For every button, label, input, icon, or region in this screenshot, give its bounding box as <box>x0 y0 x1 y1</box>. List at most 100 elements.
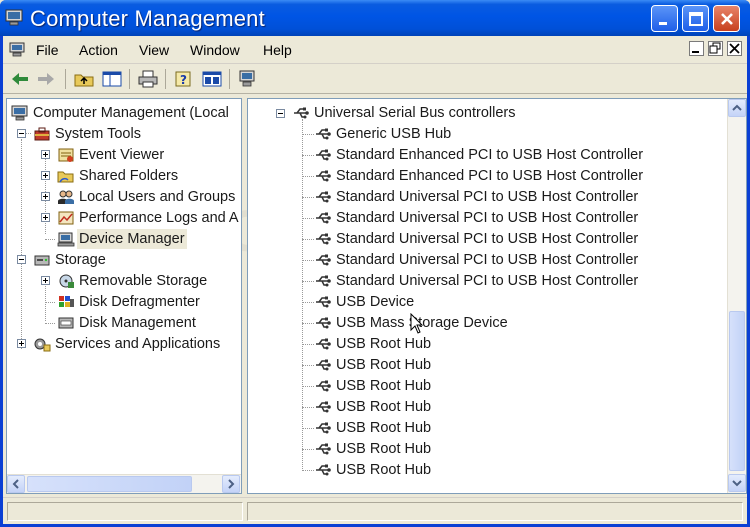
tree-label: Removable Storage <box>79 273 208 289</box>
up-folder-icon[interactable] <box>73 69 95 89</box>
scroll-left-button[interactable] <box>7 475 25 493</box>
device-item-label: Standard Universal PCI to USB Host Contr… <box>336 189 639 205</box>
device-item-label: USB Root Hub <box>336 441 432 457</box>
expand-toggle[interactable] <box>41 213 50 222</box>
expand-toggle[interactable] <box>41 171 50 180</box>
tree-label: Device Manager <box>77 229 187 249</box>
scroll-down-button[interactable] <box>728 474 746 492</box>
menu-window[interactable]: Window <box>190 42 240 58</box>
close-icon <box>721 13 733 25</box>
device-item-label: USB Root Hub <box>336 420 432 436</box>
menu-bar: File Action View Window Help <box>3 36 747 64</box>
device-item-label: Standard Enhanced PCI to USB Host Contro… <box>336 147 644 163</box>
usb-icon <box>316 359 331 371</box>
horizontal-scrollbar[interactable] <box>7 474 241 493</box>
child-minimize-button[interactable] <box>689 41 704 56</box>
scroll-up-button[interactable] <box>728 99 746 117</box>
help-icon[interactable]: ? <box>173 69 195 89</box>
restore-icon <box>709 42 721 54</box>
disk-management-icon <box>58 317 74 329</box>
vertical-scroll-thumb[interactable] <box>729 311 745 471</box>
usb-icon <box>316 401 331 413</box>
computer-icon <box>11 105 28 121</box>
system-menu-icon[interactable] <box>9 42 25 57</box>
usb-icon <box>294 107 309 119</box>
expand-toggle[interactable] <box>41 192 50 201</box>
scroll-right-button[interactable] <box>222 475 240 493</box>
toolbar-separator <box>65 69 66 89</box>
usb-icon <box>316 128 331 140</box>
collapse-toggle[interactable] <box>17 255 26 264</box>
scan-hardware-icon[interactable] <box>237 69 259 89</box>
device-item-label: USB Root Hub <box>336 336 432 352</box>
menu-file[interactable]: File <box>36 42 59 58</box>
svg-text:?: ? <box>180 73 187 87</box>
properties-icon[interactable] <box>201 69 223 89</box>
usb-icon <box>316 191 331 203</box>
device-category-label: Universal Serial Bus controllers <box>314 105 516 121</box>
usb-icon <box>316 338 331 350</box>
device-item-label: Standard Universal PCI to USB Host Contr… <box>336 231 639 247</box>
back-arrow-icon[interactable] <box>9 69 31 89</box>
usb-icon <box>316 212 331 224</box>
usb-icon <box>316 443 331 455</box>
menu-action[interactable]: Action <box>79 42 118 58</box>
computer-management-window: Computer Management File Action View Win… <box>0 0 750 527</box>
tree-label: Shared Folders <box>79 168 179 184</box>
forward-arrow-icon[interactable] <box>35 69 57 89</box>
console-tree-pane[interactable]: Computer Management (Local System Tools … <box>6 98 242 494</box>
tree-label: System Tools <box>55 126 141 142</box>
show-hide-tree-icon[interactable] <box>101 69 123 89</box>
horizontal-scroll-thumb[interactable] <box>27 476 192 492</box>
status-bar <box>3 497 747 524</box>
usb-icon <box>316 380 331 392</box>
menu-help[interactable]: Help <box>263 42 292 58</box>
status-cell-right <box>247 502 743 521</box>
tree-label: Storage <box>55 252 106 268</box>
expand-toggle[interactable] <box>41 276 50 285</box>
usb-icon <box>316 275 331 287</box>
maximize-button[interactable] <box>682 5 709 32</box>
close-button[interactable] <box>713 5 740 32</box>
users-icon <box>58 190 74 204</box>
usb-icon <box>316 464 331 476</box>
device-item-label: USB Root Hub <box>336 462 432 478</box>
window-title: Computer Management <box>30 6 265 31</box>
removable-storage-icon <box>59 274 74 288</box>
device-list-pane[interactable]: Universal Serial Bus controllers Generic… <box>247 98 747 494</box>
services-icon <box>34 338 51 352</box>
child-close-button[interactable] <box>727 41 742 56</box>
minimize-button[interactable] <box>651 5 678 32</box>
usb-icon <box>316 296 331 308</box>
toolbar: ? <box>3 64 747 94</box>
tree-label: Performance Logs and A <box>79 210 239 226</box>
arrow-right-icon <box>228 479 235 489</box>
collapse-toggle[interactable] <box>276 109 285 118</box>
arrow-left-icon <box>12 479 19 489</box>
expand-toggle[interactable] <box>17 339 26 348</box>
tree-label: Event Viewer <box>79 147 165 163</box>
print-icon[interactable] <box>137 69 159 89</box>
vertical-scrollbar[interactable] <box>727 99 746 493</box>
arrow-up-icon <box>732 104 742 111</box>
device-manager-icon <box>57 232 75 247</box>
title-bar[interactable]: Computer Management <box>0 0 750 36</box>
expand-toggle[interactable] <box>41 150 50 159</box>
menu-view[interactable]: View <box>139 42 169 58</box>
usb-icon <box>316 422 331 434</box>
tree-label: Services and Applications <box>55 336 221 352</box>
device-item-label: USB Root Hub <box>336 357 432 373</box>
toolbox-icon <box>34 127 50 141</box>
storage-icon <box>34 255 50 266</box>
shared-folder-icon <box>57 171 74 183</box>
usb-icon <box>316 149 331 161</box>
device-item-label: Standard Universal PCI to USB Host Contr… <box>336 210 639 226</box>
status-cell-left <box>7 502 243 521</box>
device-item-label: Standard Enhanced PCI to USB Host Contro… <box>336 168 644 184</box>
toolbar-separator <box>165 69 166 89</box>
defragmenter-icon <box>59 296 74 307</box>
mouse-cursor-icon <box>410 313 424 334</box>
child-restore-button[interactable] <box>708 41 723 56</box>
collapse-toggle[interactable] <box>17 129 26 138</box>
minimize-icon <box>659 22 667 25</box>
